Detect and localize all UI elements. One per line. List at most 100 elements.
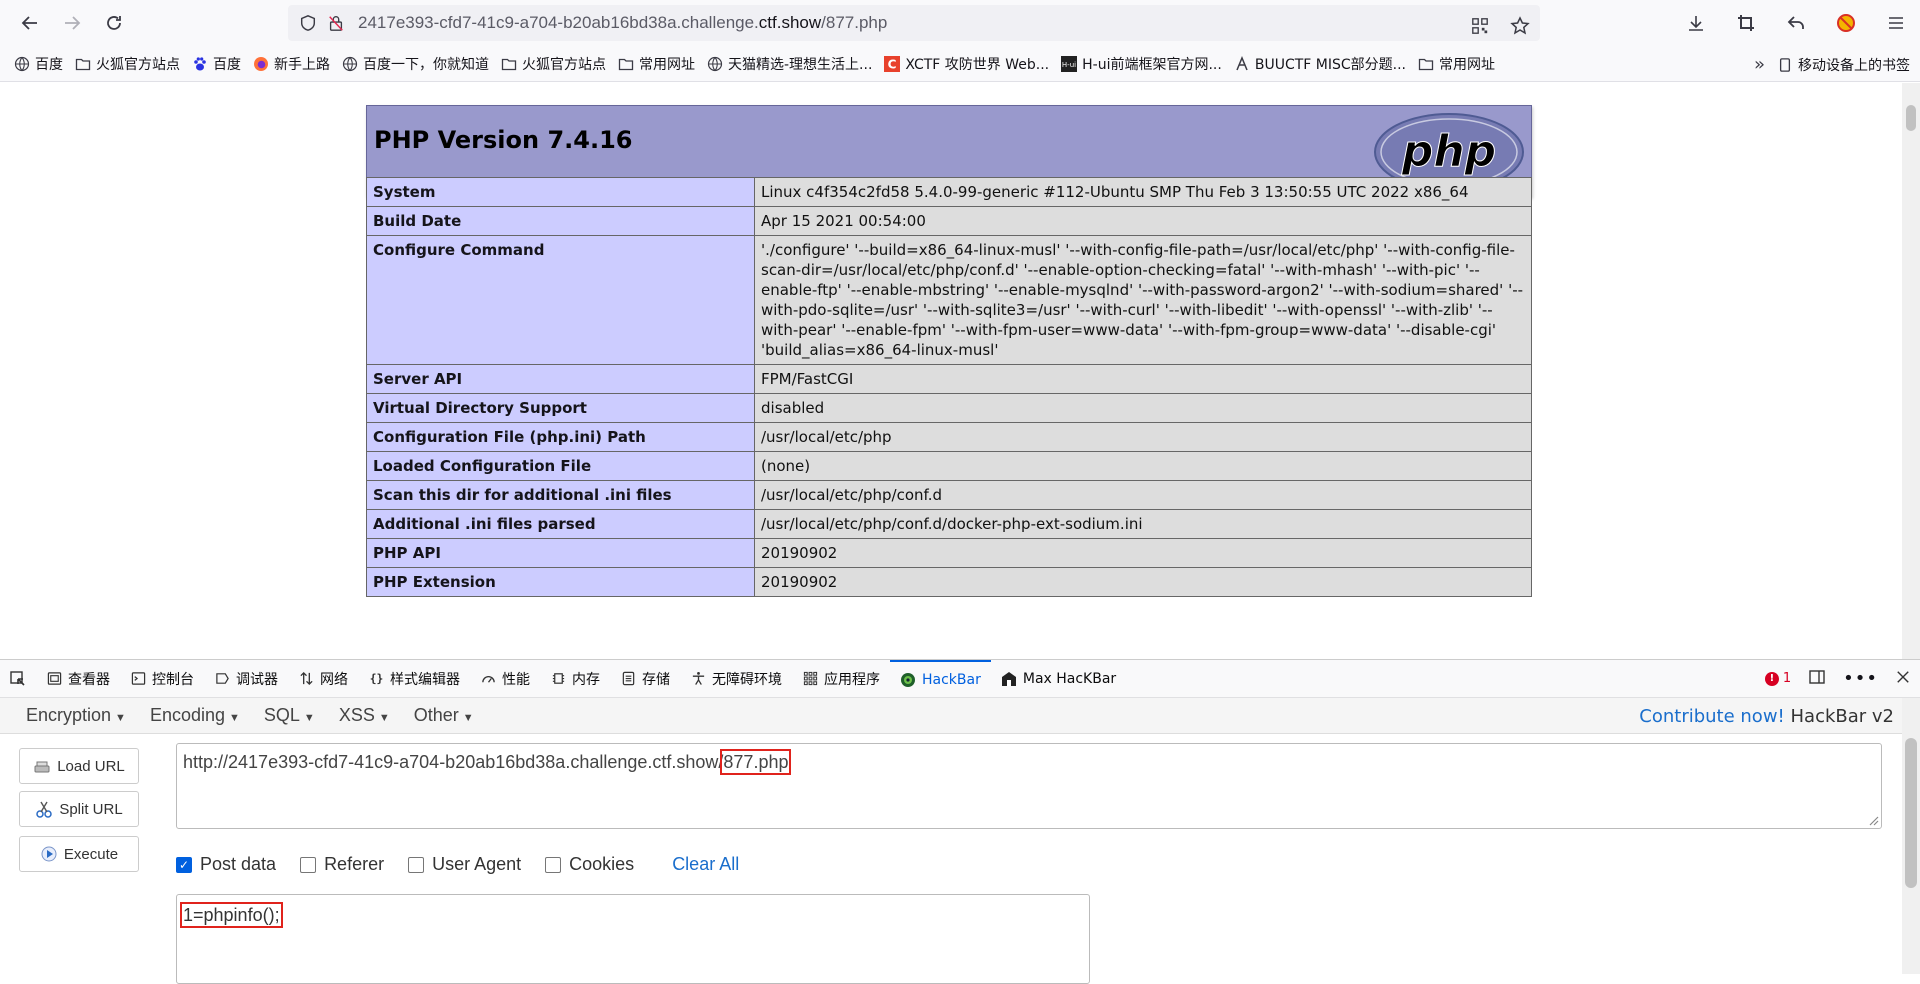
dock-side-icon[interactable] (1809, 669, 1825, 689)
hackbar-menu-item[interactable]: Other ▼ (414, 705, 474, 726)
checkbox[interactable] (545, 856, 562, 873)
devtools-scrollbar[interactable] (1902, 698, 1920, 974)
phpinfo-key: Loaded Configuration File (366, 451, 755, 481)
bookmark-item[interactable]: H-ui H-ui前端框架官方网... (1061, 54, 1222, 74)
page-scrollbar[interactable] (1902, 83, 1920, 659)
devtools-scrollbar-thumb[interactable] (1905, 738, 1917, 888)
contribute-link[interactable]: Contribute now! HackBar v2 (1639, 706, 1894, 727)
bookmark-item[interactable]: BUUCTF MISC部分题... (1234, 54, 1406, 74)
hackbar-menu-item[interactable]: SQL ▼ (264, 705, 315, 726)
devtools-tab[interactable]: 无障碍环境 (680, 660, 792, 698)
hackbar-option[interactable]: User Agent (408, 854, 521, 875)
hackbar-menu-label: SQL (263, 705, 300, 725)
load-url-button[interactable]: Load URL (19, 748, 139, 784)
page-scrollbar-thumb[interactable] (1906, 105, 1916, 131)
devtools-tab[interactable]: 控制台 (120, 660, 204, 698)
hackbar-option[interactable]: Cookies (545, 854, 634, 875)
chevron-double-right-icon[interactable]: » (1754, 54, 1765, 75)
hackbar-menu-item[interactable]: XSS ▼ (339, 705, 390, 726)
error-icon: ! (1764, 671, 1779, 686)
post-data-input[interactable]: 1=phpinfo(); (176, 894, 1090, 984)
debugger-icon (214, 671, 230, 687)
back-button[interactable] (12, 5, 48, 41)
devtools-tab[interactable]: 查看器 (36, 660, 120, 698)
hackbar-url-file-highlight: 877.php (720, 749, 792, 775)
hackbar-option[interactable]: Referer (300, 854, 384, 875)
bookmarks-overflow: » 移动设备上的书签 (1754, 54, 1910, 75)
navigation-toolbar: 2417e393-cfd7-41c9-a704-b20ab16bd38a.cha… (0, 0, 1920, 46)
bookmark-item[interactable]: 常用网址 (618, 54, 695, 74)
forward-button[interactable] (54, 5, 90, 41)
devtools-panel: 查看器 控制台 调试器 网络 {} 样式编辑器 性能 内存 存储 无障碍环境 应用程序 HackBar… (0, 659, 1920, 984)
bookmark-item[interactable]: 火狐官方站点 (75, 54, 180, 74)
checkbox[interactable] (300, 856, 317, 873)
undo-arrow-icon[interactable] (1782, 8, 1810, 38)
crop-screenshot-icon[interactable] (1732, 8, 1760, 38)
devtools-tab[interactable]: 调试器 (204, 660, 288, 698)
split-url-button[interactable]: Split URL (19, 791, 139, 827)
hackbar-menu-item[interactable]: Encoding ▼ (150, 705, 240, 726)
mobile-bookmarks[interactable]: 移动设备上的书签 (1777, 55, 1910, 75)
devtools-tab[interactable]: {} 样式编辑器 (358, 660, 470, 698)
devtools-tab[interactable]: 应用程序 (792, 660, 890, 698)
devtools-tab[interactable]: Max HacKBar (991, 660, 1126, 698)
clear-all-link[interactable]: Clear All (672, 854, 739, 875)
bookmark-label: H-ui前端框架官方网... (1082, 56, 1222, 73)
hackbar-option[interactable]: ✓ Post data (176, 854, 276, 875)
phpinfo-key: Server API (366, 364, 755, 394)
hackbar-version: HackBar v2 (1790, 706, 1895, 727)
bookmark-item[interactable]: 百度 (192, 54, 241, 74)
devtools-tab[interactable]: 内存 (540, 660, 610, 698)
error-counter[interactable]: ! 1 (1764, 671, 1791, 686)
resize-grip-icon[interactable] (1867, 814, 1879, 826)
bookmark-item[interactable]: 天猫精选-理想生活上... (707, 54, 872, 74)
bookmark-item[interactable]: 新手上路 (253, 54, 330, 74)
phpinfo-key: System (366, 177, 755, 207)
element-picker-icon (10, 670, 26, 687)
bookmark-item[interactable]: 常用网址 (1418, 54, 1495, 74)
bookmark-item[interactable]: 百度 (14, 54, 63, 74)
phpinfo-row: Scan this dir for additional .ini files /… (366, 480, 1532, 510)
devtools-tab-label: 查看器 (68, 671, 110, 688)
address-bar[interactable]: 2417e393-cfd7-41c9-a704-b20ab16bd38a.cha… (288, 5, 1540, 41)
devtools-tab[interactable]: 存储 (610, 660, 680, 698)
load-url-icon (33, 757, 51, 775)
reload-button[interactable] (96, 5, 132, 41)
url-path: /877.php (821, 13, 888, 32)
checkbox[interactable] (408, 856, 425, 873)
element-picker-button[interactable] (0, 660, 36, 698)
phpinfo-row: PHP Extension 20190902 (366, 567, 1532, 597)
execute-button[interactable]: Execute (19, 836, 139, 872)
bookmark-item[interactable]: 火狐官方站点 (501, 54, 606, 74)
devtools-tab[interactable]: 性能 (470, 660, 540, 698)
phpinfo-value: disabled (754, 393, 1532, 423)
phpinfo-value: /usr/local/etc/php (754, 422, 1532, 452)
devtools-tab-label: 性能 (502, 671, 530, 688)
caret-down-icon: ▼ (229, 712, 240, 724)
back-arrow-icon (21, 16, 37, 30)
hackbar-menu-item[interactable]: Encryption ▼ (26, 705, 126, 726)
devtools-tab[interactable]: HackBar (890, 659, 991, 698)
menu-hamburger-icon[interactable] (1882, 8, 1910, 38)
shield-icon[interactable] (296, 11, 320, 35)
devtools-tab-label: 无障碍环境 (712, 671, 782, 688)
url-text[interactable]: 2417e393-cfd7-41c9-a704-b20ab16bd38a.cha… (358, 13, 887, 33)
insecure-lock-icon[interactable] (324, 11, 348, 35)
hackbar-url-input[interactable]: http://2417e393-cfd7-41c9-a704-b20ab16bd… (176, 743, 1882, 829)
phpinfo-key: Scan this dir for additional .ini files (366, 480, 755, 510)
downloads-icon[interactable] (1682, 8, 1710, 38)
bookmark-star-icon[interactable] (1506, 11, 1534, 41)
devtools-tab-label: HackBar (922, 671, 981, 688)
checkbox[interactable]: ✓ (176, 856, 192, 873)
close-devtools-icon[interactable] (1896, 670, 1910, 688)
play-icon (40, 845, 58, 863)
bookmark-label: XCTF 攻防世界 Web... (905, 56, 1050, 73)
hackbar-option-label: Cookies (569, 854, 635, 874)
phpinfo-value: './configure' '--build=x86_64-linux-musl… (754, 235, 1532, 365)
more-options-icon[interactable]: ••• (1843, 668, 1878, 689)
adblock-extension-icon[interactable] (1832, 8, 1860, 38)
bookmark-item[interactable]: C XCTF 攻防世界 Web... (884, 54, 1049, 74)
devtools-tab[interactable]: 网络 (288, 660, 358, 698)
qr-code-icon[interactable] (1466, 11, 1494, 41)
bookmark-item[interactable]: 百度一下，你就知道 (342, 54, 489, 74)
